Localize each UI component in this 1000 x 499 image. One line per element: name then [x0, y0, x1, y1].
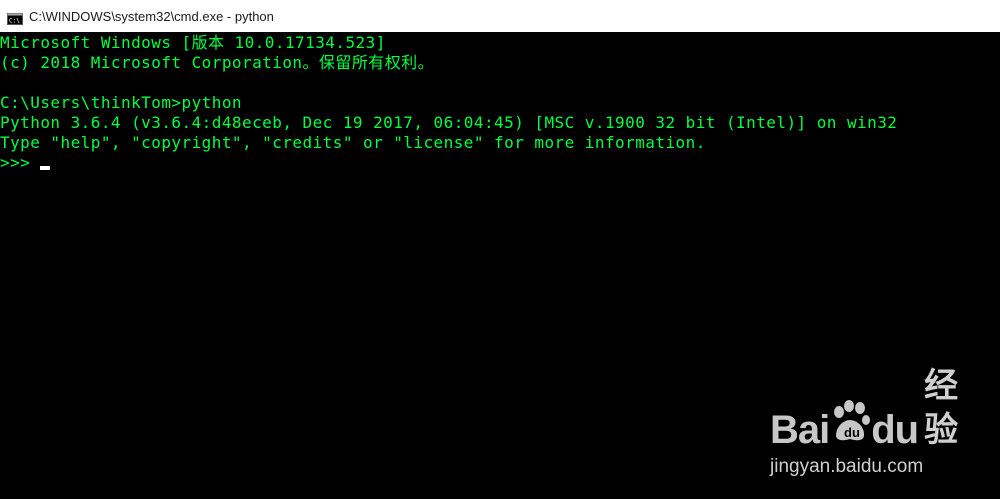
- watermark-product: 经验: [924, 366, 959, 450]
- baidu-paw-icon: du: [830, 400, 871, 446]
- console-line: C:\Users\thinkTom>python: [0, 93, 242, 112]
- text-cursor: [40, 166, 51, 170]
- watermark-url: jingyan.baidu.com: [770, 456, 924, 477]
- console-line: Type "help", "copyright", "credits" or "…: [0, 133, 706, 152]
- window-title: C:\WINDOWS\system32\cmd.exe - python: [29, 8, 274, 24]
- title-bar[interactable]: C:\ C:\WINDOWS\system32\cmd.exe - python: [0, 0, 1000, 32]
- svg-text:du: du: [844, 425, 860, 440]
- watermark-brand-left: Bai: [770, 408, 830, 452]
- console-prompt-line[interactable]: >>>: [0, 153, 1000, 173]
- watermark-brand-right: du: [871, 408, 919, 452]
- svg-text:C:\: C:\: [9, 18, 20, 25]
- python-prompt: >>>: [0, 153, 41, 172]
- baidu-jingyan-watermark: Bai du du 经验 jingyan.baidu.com: [770, 366, 990, 482]
- console-line: Microsoft Windows [版本 10.0.17134.523]: [0, 33, 386, 52]
- console-line: (c) 2018 Microsoft Corporation。保留所有权利。: [0, 53, 435, 72]
- cmd-icon: C:\: [7, 10, 23, 25]
- console-line: Python 3.6.4 (v3.6.4:d48eceb, Dec 19 201…: [0, 113, 898, 132]
